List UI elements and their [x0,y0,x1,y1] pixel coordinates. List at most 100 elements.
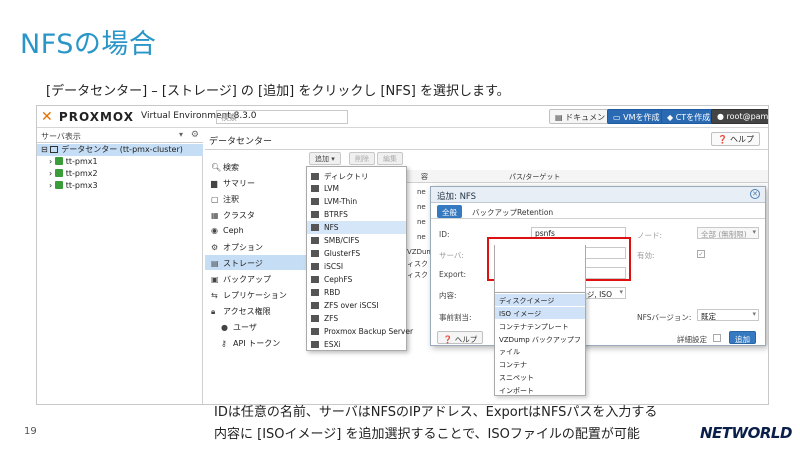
grid-cell: ne [417,203,426,211]
advanced-checkbox[interactable] [713,334,721,342]
user-menu-button[interactable]: ● root@pam ▾ [711,109,768,124]
add-button[interactable]: 追加 ▾ [309,152,341,165]
content-label: 内容: [439,291,457,300]
enable-checkbox[interactable]: ✓ [697,250,705,258]
footnote-line: IDは任意の名前、サーバはNFSのIPアドレス、ExportはNFSパスを入力す… [214,405,658,420]
grid-cell: ィスク [407,260,428,268]
grid-cell: ne [417,218,426,226]
column-header-path: パス/ターゲット [509,173,561,181]
option-container[interactable]: コンテナ [495,358,585,370]
remove-button[interactable]: 削除 [349,152,375,165]
menu-item-zfs[interactable]: ZFS [307,312,406,325]
user-icon: ● [717,112,727,121]
menu-item-notes[interactable]: ▢ 注釈 [205,191,308,206]
help-button[interactable]: ❓ ヘルプ [711,132,760,146]
chevron-down-icon[interactable]: ▾ [179,130,183,139]
cloud-icon [311,341,319,348]
storage-icon: ▤ [211,259,219,268]
breadcrumb: データセンター ❓ ヘルプ [205,129,768,150]
search-icon: 🔍︎ [211,163,222,172]
menu-item-summary[interactable]: ▆ サマリー [205,175,308,190]
dialog-help-button[interactable]: ❓ ヘルプ [437,331,484,344]
preallocation-label: 事前割当: [439,313,472,322]
export-label: Export: [439,270,467,279]
menu-item-directory[interactable]: ディレクトリ [307,169,406,182]
node-label: ノード: [637,231,663,240]
tab-backup-retention[interactable]: バックアップRetention [467,205,558,218]
grid-cell: ne [417,233,426,241]
menu-item-permissions[interactable]: 🔒︎ アクセス権限 [205,303,308,318]
folder-icon [311,173,319,180]
help-icon: ❓ [443,335,453,344]
menu-item-btrfs[interactable]: BTRFS [307,208,406,221]
menu-item-esxi[interactable]: ESXi [307,338,406,351]
menu-item-pbs[interactable]: Proxmox Backup Server [307,325,413,338]
menu-item-lvm[interactable]: LVM [307,182,406,195]
menu-item-rbd[interactable]: RBD [307,286,406,299]
menu-item-ceph[interactable]: ◉ Ceph [205,223,308,238]
gear-icon[interactable]: ⚙ [191,130,199,140]
tree-item-node[interactable]: › tt-pmx1 [37,157,203,169]
menu-item-glusterfs[interactable]: GlusterFS [307,247,406,260]
advanced-label: 詳細設定 [677,335,707,344]
node-icon [54,169,63,177]
tree-item-node[interactable]: › tt-pmx3 [37,181,203,193]
dialog-tabs: 全般 バックアップRetention [431,203,765,219]
nfs-version-select[interactable]: 既定 ▾ [697,309,759,321]
menu-item-options[interactable]: ⚙ オプション [205,239,308,254]
node-icon [54,157,63,165]
tree-view-selector[interactable]: サーバ表示 ▾ ⚙ [37,129,203,143]
content-dropdown-top [494,245,586,292]
menu-item-zfs-over-iscsi[interactable]: ZFS over iSCSI [307,299,406,312]
user-icon: ● [221,323,228,332]
folder-icon [311,211,319,218]
menu-item-iscsi[interactable]: iSCSI [307,260,406,273]
node-select[interactable]: 全部 (無制限) ▾ [697,227,759,239]
chevron-down-icon: ▾ [619,288,623,296]
option-vzdump-backup-cont[interactable]: ァイル [495,345,585,357]
grid-cell: ne [417,188,426,196]
menu-item-cephfs[interactable]: CephFS [307,273,406,286]
replication-icon: ⇆ [211,291,218,300]
option-import[interactable]: インポート [495,384,585,396]
menu-item-smb-cifs[interactable]: SMB/CIFS [307,234,406,247]
folder-icon [311,198,319,205]
option-disk-image[interactable]: ディスクイメージ [495,294,585,306]
tree-item-datacenter[interactable]: ⊟ データセンター (tt-pmx-cluster) [37,144,203,156]
tree-item-node[interactable]: › tt-pmx2 [37,169,203,181]
footnote-line: 内容に [ISOイメージ] を追加選択することで、ISOファイルの配置が可能 [214,427,640,442]
search-input[interactable]: 検索 [216,110,348,124]
page-number: 19 [24,426,37,437]
close-icon[interactable]: ✕ [750,189,760,199]
node-icon [54,181,63,189]
proxmox-screenshot: ✕ PROXMOX Virtual Environment 8.3.0 検索 ▤… [36,105,769,405]
menu-item-lvm-thin[interactable]: LVM-Thin [307,195,406,208]
network-storage-icon [311,289,319,296]
option-iso-image[interactable]: ISO イメージ [495,307,585,319]
tab-general[interactable]: 全般 [437,205,462,218]
menu-item-backup[interactable]: ▣ バックアップ [205,271,308,286]
add-submit-button[interactable]: 追加 [729,331,756,344]
network-storage-icon [311,302,319,309]
backup-icon: ▣ [211,275,219,284]
menu-item-storage[interactable]: ▤ ストレージ [205,255,308,270]
gear-icon: ⚙ [211,243,219,252]
option-container-template[interactable]: コンテナテンプレート [495,320,585,332]
menu-item-cluster[interactable]: ▦ クラスタ [205,207,308,222]
option-vzdump-backup[interactable]: VZDump バックアップフ [495,333,585,345]
column-header-content: 容 [421,173,428,181]
datacenter-icon [50,146,59,153]
menu-item-replication[interactable]: ⇆ レプリケーション [205,287,308,302]
slide-instruction: [データセンター] – [ストレージ] の [追加] をクリックし [NFS] … [46,84,510,99]
edit-button[interactable]: 編集 [377,152,403,165]
menu-item-nfs[interactable]: NFS [307,221,406,234]
option-snippets[interactable]: スニペット [495,371,585,383]
create-ct-button[interactable]: ◆ CTを作成 [661,109,717,124]
storage-toolbar: 追加 ▾ 削除 編集 [309,152,768,166]
grid-cell: ィスク [407,271,428,279]
create-vm-button[interactable]: ▭ VMを作成 [607,109,666,124]
slide-footnote: IDは任意の名前、サーバはNFSのIPアドレス、ExportはNFSパスを入力す… [214,402,657,446]
menu-item-api-tokens[interactable]: ⚷ API トークン [205,335,308,350]
menu-item-users[interactable]: ● ユーザ [205,319,308,334]
menu-item-search[interactable]: 🔍︎ 検索 [205,159,308,174]
